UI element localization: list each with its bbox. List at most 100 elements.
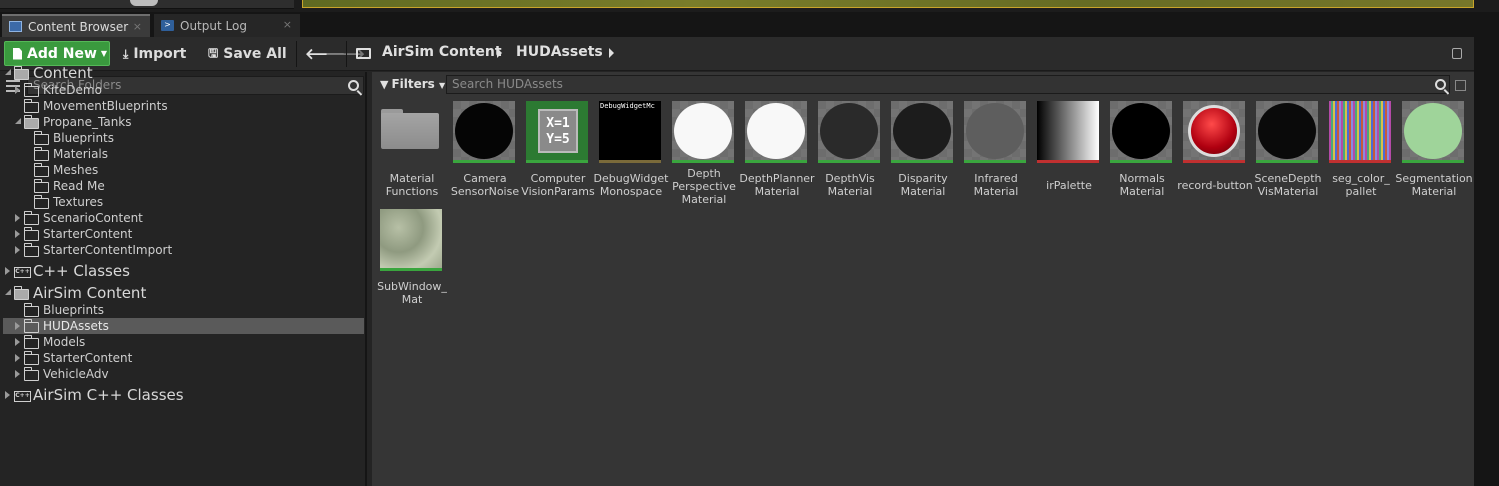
tree-collapsed-icon[interactable] — [15, 370, 20, 378]
tab-bar: Content Browser × > Output Log × — [0, 12, 1499, 37]
tree-expanded-icon[interactable] — [5, 289, 11, 295]
asset-name-line: VisMaterial — [1257, 185, 1319, 198]
tree-collapsed-icon[interactable] — [15, 354, 20, 362]
asset-name-line: Material — [973, 185, 1019, 198]
tree-collapsed-icon[interactable] — [5, 391, 10, 399]
tree-collapsed-icon[interactable] — [15, 246, 20, 254]
folder-icon — [23, 227, 39, 241]
tree-item-label: Propane_Tanks — [43, 115, 132, 129]
breadcrumb-arrow-icon[interactable] — [497, 48, 502, 58]
tab-content-browser[interactable]: Content Browser × — [2, 14, 150, 37]
asset-name: irPalette — [1027, 179, 1111, 192]
tree-item[interactable]: Blueprints — [3, 130, 364, 146]
asset-name-line: Monospace — [599, 185, 663, 198]
tree-item[interactable]: KiteDemo — [3, 82, 364, 98]
search-icon[interactable] — [1435, 79, 1446, 90]
close-icon[interactable]: × — [133, 20, 142, 33]
folder-icon — [33, 179, 49, 193]
asset-name: Disparity Material — [881, 172, 965, 198]
tree-item[interactable]: HUDAssets — [3, 318, 364, 334]
tree-item[interactable]: Propane_Tanks — [3, 114, 364, 130]
save-icon: 🖫 — [208, 45, 219, 60]
import-button[interactable]: ⤓ Import — [123, 44, 186, 64]
asset-thumbnail — [1037, 101, 1099, 163]
tree-expanded-icon[interactable] — [5, 69, 11, 75]
tree-item[interactable]: C++ AirSim C++ Classes — [3, 385, 364, 405]
asset-name: Material Functions — [370, 172, 454, 198]
asset-type-bar — [1256, 160, 1318, 163]
tab-label: Output Log — [180, 18, 247, 33]
asset-name-line: Functions — [385, 185, 439, 198]
folder-open-icon[interactable] — [356, 48, 371, 59]
tab-output-log[interactable]: > Output Log × — [154, 14, 300, 37]
tree-collapsed-icon[interactable] — [15, 322, 20, 330]
tree-item[interactable]: Materials — [3, 146, 364, 162]
tree-item-label: KiteDemo — [43, 83, 102, 97]
download-icon: ⤓ — [123, 46, 129, 61]
material-sphere — [1112, 103, 1170, 159]
asset-name: seg_color_ pallet — [1319, 172, 1403, 198]
asset-thumbnail — [1183, 101, 1245, 163]
breadcrumb-airsim-content[interactable]: AirSim Content — [382, 44, 502, 60]
filters-button[interactable]: ▼ Filters ▼ — [380, 77, 445, 91]
asset-name-line: VisionParams — [521, 185, 595, 198]
folder-icon — [23, 83, 39, 97]
asset-name-line: DepthPlanner — [739, 172, 815, 185]
tree-item[interactable]: StarterContent — [3, 226, 364, 242]
tree-item[interactable]: VehicleAdv — [3, 366, 364, 382]
folder-icon — [23, 367, 39, 381]
tree-item[interactable]: AirSim Content — [3, 283, 364, 303]
tree-item-label: VehicleAdv — [43, 367, 109, 381]
tree-item-label: Models — [43, 335, 86, 349]
asset-name-line: Material — [681, 193, 727, 206]
tree-collapsed-icon[interactable] — [15, 338, 20, 346]
close-icon[interactable]: × — [283, 18, 292, 31]
folder-icon — [33, 131, 49, 145]
asset-name-line: Material — [1119, 185, 1165, 198]
tree-item[interactable]: ScenarioContent — [3, 210, 364, 226]
lock-icon[interactable] — [1452, 48, 1462, 59]
asset-thumbnail — [818, 101, 880, 163]
filters-label: Filters — [391, 77, 435, 91]
asset-name-line: pallet — [1345, 185, 1377, 198]
asset-type-bar — [1183, 160, 1245, 163]
folder-icon — [23, 351, 39, 365]
tree-collapsed-icon[interactable] — [15, 230, 20, 238]
asset-type-bar — [1402, 160, 1464, 163]
toolbar-fragment — [0, 0, 294, 9]
breadcrumb-hudassets[interactable]: HUDAssets — [516, 44, 603, 60]
asset-name-line: Disparity — [898, 172, 948, 185]
tree-collapsed-icon[interactable] — [15, 86, 20, 94]
save-search-icon[interactable] — [1455, 80, 1466, 91]
tree-item-label: Meshes — [53, 163, 99, 177]
tree-item-label: Materials — [53, 147, 109, 161]
material-sphere — [893, 103, 951, 159]
breadcrumb-arrow-icon[interactable] — [609, 48, 614, 58]
tree-item[interactable]: StarterContentImport — [3, 242, 364, 258]
tree-collapsed-icon[interactable] — [5, 267, 10, 275]
tree-item[interactable]: Models — [3, 334, 364, 350]
tree-item[interactable]: MovementBlueprints — [3, 98, 364, 114]
tree-item[interactable]: Content — [3, 63, 364, 83]
tree-item[interactable]: Meshes — [3, 162, 364, 178]
asset-thumbnail — [1256, 101, 1318, 163]
asset-name: Computer VisionParams — [516, 172, 600, 198]
save-all-button[interactable]: 🖫 Save All — [208, 44, 287, 64]
asset-type-bar — [1110, 160, 1172, 163]
tree-item[interactable]: Read Me — [3, 178, 364, 194]
asset-name-line: Material — [754, 185, 800, 198]
tree-item-label: AirSim Content — [33, 284, 147, 302]
asset-name-line: seg_color_ — [1332, 172, 1390, 185]
folder-icon — [23, 99, 39, 113]
asset-name-line: record-button — [1177, 179, 1253, 192]
tree-item[interactable]: C++ C++ Classes — [3, 261, 364, 281]
folder-icon — [381, 113, 439, 149]
tree-item[interactable]: StarterContent — [3, 350, 364, 366]
asset-name-line: Material — [900, 185, 946, 198]
asset-search-input[interactable]: Search HUDAssets — [446, 75, 1450, 94]
asset-name: Depth Perspective Material — [662, 167, 746, 206]
tree-item[interactable]: Blueprints — [3, 302, 364, 318]
tree-expanded-icon[interactable] — [15, 118, 21, 124]
tree-item[interactable]: Textures — [3, 194, 364, 210]
tree-collapsed-icon[interactable] — [15, 214, 20, 222]
